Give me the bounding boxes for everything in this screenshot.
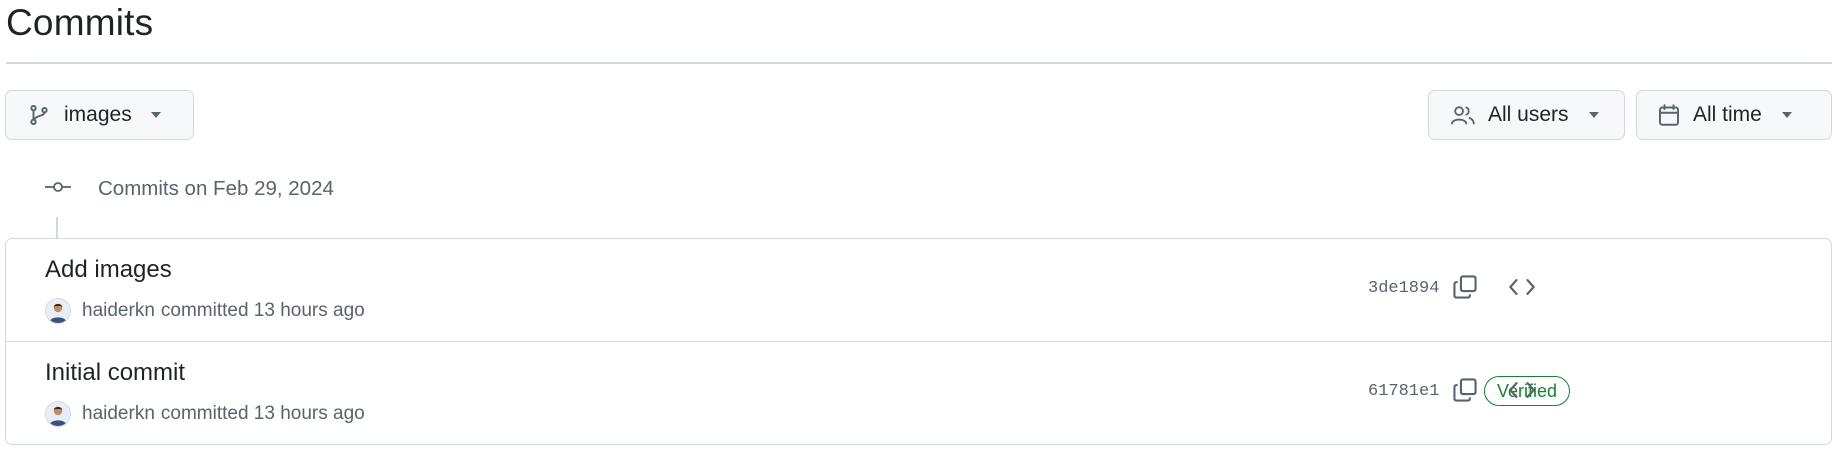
browse-repo-button[interactable] xyxy=(1502,269,1542,309)
people-icon xyxy=(1450,104,1476,126)
avatar[interactable] xyxy=(45,298,71,324)
time-filter-button[interactable]: All time xyxy=(1636,90,1832,140)
commit-title-link[interactable]: Add images xyxy=(45,256,172,284)
branch-select-button[interactable]: images xyxy=(5,90,194,140)
commit-row: Add images haiderkn committed 13 hours a… xyxy=(6,239,1831,342)
users-filter-label: All users xyxy=(1488,103,1569,126)
git-branch-icon xyxy=(28,104,50,126)
code-icon xyxy=(1508,379,1536,406)
copy-icon xyxy=(1452,377,1478,408)
page-title: Commits xyxy=(6,2,154,43)
copy-sha-button[interactable] xyxy=(1445,269,1485,309)
calendar-icon xyxy=(1657,103,1681,127)
title-divider xyxy=(6,62,1832,64)
commit-group-date: Commits on Feb 29, 2024 xyxy=(98,177,334,200)
code-icon xyxy=(1508,276,1536,303)
avatar[interactable] xyxy=(45,401,71,427)
timeline-connector xyxy=(56,217,58,238)
branch-label: images xyxy=(64,103,132,126)
commit-sha-link[interactable]: 61781e1 xyxy=(1368,382,1439,401)
copy-icon xyxy=(1452,274,1478,305)
commit-title-link[interactable]: Initial commit xyxy=(45,359,185,387)
commit-time: committed 13 hours ago xyxy=(160,300,365,321)
commit-author-link[interactable]: haiderkn xyxy=(82,403,155,425)
git-commit-icon xyxy=(44,179,72,200)
commit-row: Initial commit haiderkn committed 13 hou… xyxy=(6,342,1831,445)
caret-down-icon xyxy=(1781,111,1793,119)
time-filter-label: All time xyxy=(1693,103,1762,126)
commit-meta: haiderkn committed 13 hours ago xyxy=(45,298,365,324)
caret-down-icon xyxy=(1588,111,1600,119)
commit-meta: haiderkn committed 13 hours ago xyxy=(45,401,365,427)
browse-repo-button[interactable] xyxy=(1502,372,1542,412)
commit-author-link[interactable]: haiderkn xyxy=(82,300,155,322)
commit-sha-link[interactable]: 3de1894 xyxy=(1368,279,1439,298)
commit-group-header: Commits on Feb 29, 2024 xyxy=(44,177,334,201)
copy-sha-button[interactable] xyxy=(1445,372,1485,412)
commit-list: Add images haiderkn committed 13 hours a… xyxy=(5,238,1832,445)
users-filter-button[interactable]: All users xyxy=(1428,90,1625,140)
commit-time: committed 13 hours ago xyxy=(160,403,365,424)
caret-down-icon xyxy=(150,111,162,119)
